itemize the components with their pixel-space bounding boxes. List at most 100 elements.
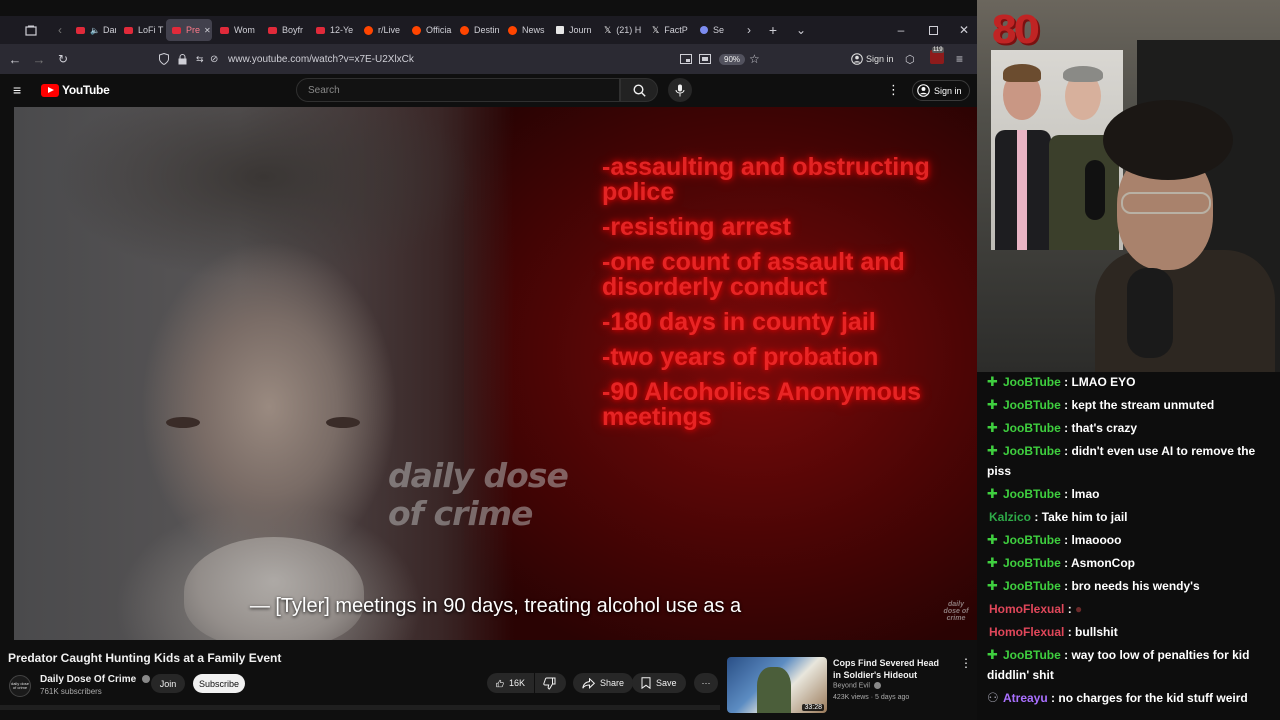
back-icon[interactable]: ← xyxy=(8,52,22,67)
browser-tab[interactable]: News xyxy=(502,19,548,41)
chat-username[interactable]: JooBTube xyxy=(1003,487,1061,501)
extensions-icon[interactable]: ⬡ xyxy=(905,53,915,66)
browser-tab[interactable]: Wom xyxy=(214,19,260,41)
video-player[interactable]: -assaulting and obstructing police -resis… xyxy=(14,107,977,640)
chat-username[interactable]: HomoFlexual xyxy=(989,602,1064,616)
browser-tab[interactable]: Se xyxy=(694,19,740,41)
shield-icon[interactable] xyxy=(159,53,169,65)
browser-sign-in[interactable]: Sign in xyxy=(851,53,894,65)
chat-username[interactable]: JooBTube xyxy=(1003,421,1061,435)
tab-audio-icon[interactable]: 🔈 xyxy=(90,26,100,35)
more-options-icon[interactable]: ⋮ xyxy=(887,82,900,98)
more-actions-button[interactable]: ··· xyxy=(694,673,718,693)
address-bar[interactable]: ⇆ ⊘ www.youtube.com/watch?v=x7E-U2XlxCk xyxy=(152,47,772,71)
stream-logo: 80 xyxy=(991,8,1040,52)
browser-tab[interactable]: 🔈Dark S xyxy=(70,19,116,41)
menu-icon[interactable]: ≡ xyxy=(956,52,963,66)
tracking-off-icon[interactable]: ⊘ xyxy=(210,54,218,65)
browser-tab[interactable]: Pre ✕ xyxy=(166,19,212,41)
browser-tab[interactable]: r/Live xyxy=(358,19,404,41)
x-favicon-icon: 𝕏 xyxy=(604,24,612,35)
youtube-sign-in-button[interactable]: Sign in xyxy=(912,80,970,101)
join-button[interactable]: Join xyxy=(151,674,185,693)
chat-separator: : xyxy=(1031,510,1042,524)
share-label: Share xyxy=(600,678,625,688)
stream-overlay: 80 ✚ JooBTube : LMAO EYO ✚ JooBTube : kept … xyxy=(977,0,1280,720)
chat-username[interactable]: HomoFlexual xyxy=(989,625,1064,639)
account-icon xyxy=(851,53,863,65)
recommended-video-thumbnail[interactable]: 33:28 xyxy=(727,657,827,713)
forward-icon[interactable]: → xyxy=(32,52,46,67)
chat-username[interactable]: JooBTube xyxy=(1003,398,1061,412)
chat-username[interactable]: Atreayu xyxy=(1003,691,1048,705)
browser-tab[interactable]: 𝕏 FactP xyxy=(646,19,692,41)
subscriber-badge-icon: ✚ xyxy=(987,443,998,458)
reload-icon[interactable]: ↻ xyxy=(56,52,70,66)
like-button[interactable]: 16K xyxy=(487,673,534,693)
browser-tab[interactable]: Boyfr xyxy=(262,19,308,41)
charge-item: -resisting arrest xyxy=(602,213,791,241)
youtube-favicon-icon xyxy=(268,26,277,34)
ublock-icon[interactable]: 119 xyxy=(930,47,944,64)
recommended-video-title[interactable]: Cops Find Severed Head in Soldier's Hide… xyxy=(833,657,943,681)
browser-tab[interactable]: Officia xyxy=(406,19,452,41)
chat-username[interactable]: JooBTube xyxy=(1003,533,1061,547)
close-window-icon[interactable]: ✕ xyxy=(957,23,971,37)
chat-username[interactable]: Kalzico xyxy=(989,510,1031,524)
tab-scroll-left-icon[interactable]: ‹ xyxy=(50,23,70,37)
reddit-favicon-icon xyxy=(364,25,373,35)
youtube-favicon-icon xyxy=(220,26,229,34)
zoom-level-badge[interactable]: 90% xyxy=(719,53,746,65)
recommended-more-icon[interactable]: ⋮ xyxy=(960,656,972,670)
minimize-icon[interactable]: – xyxy=(894,23,908,37)
browser-tab[interactable]: LoFi T xyxy=(118,19,164,41)
share-button[interactable]: Share xyxy=(573,673,634,693)
lock-icon[interactable] xyxy=(178,53,187,65)
dislike-button[interactable] xyxy=(535,673,566,693)
browser-tab[interactable]: 12-Ye xyxy=(310,19,356,41)
youtube-logo[interactable]: YouTube xyxy=(41,83,110,97)
chat-username[interactable]: JooBTube xyxy=(1003,579,1061,593)
browser-tab[interactable]: 𝕏 (21) H xyxy=(598,19,644,41)
recommended-video-channel[interactable]: Beyond Evil xyxy=(833,682,881,689)
chat-text: bro needs his wendy's xyxy=(1071,579,1200,593)
tab-list-chevron-icon[interactable]: ⌄ xyxy=(790,23,812,37)
youtube-favicon-icon xyxy=(76,26,85,34)
hamburger-menu-icon[interactable]: ≡ xyxy=(13,82,21,98)
close-tab-icon[interactable]: ✕ xyxy=(204,26,211,35)
bookmark-star-icon[interactable]: ☆ xyxy=(749,52,760,66)
channel-avatar[interactable]: daily dose of crime xyxy=(9,675,31,697)
verified-icon xyxy=(141,675,150,684)
url-text[interactable]: www.youtube.com/watch?v=x7E-U2XlxCk xyxy=(228,54,414,65)
account-circle-icon xyxy=(917,84,930,97)
share-icon xyxy=(582,677,595,689)
chat-username[interactable]: JooBTube xyxy=(1003,556,1061,570)
voice-search-button[interactable] xyxy=(668,78,692,102)
screen: ‹ 🔈Dark SLoFi TPre✕WomBoyfr12-Yer/LiveOf… xyxy=(0,0,1280,720)
new-tab-icon[interactable]: + xyxy=(756,22,790,38)
tab-overview-icon[interactable] xyxy=(12,25,50,36)
chat-username[interactable]: JooBTube xyxy=(1003,444,1061,458)
permissions-icon[interactable]: ⇆ xyxy=(196,54,204,65)
search-input[interactable]: Search xyxy=(296,78,620,102)
navigation-bar: ← → ↻ ⇆ ⊘ www.youtube.com/watch?v=x7E-U2… xyxy=(0,44,977,74)
screenshot-icon[interactable] xyxy=(699,54,711,64)
verified-icon xyxy=(873,682,881,689)
browser-tab-label: FactP xyxy=(664,25,688,35)
browser-tab-label: (21) H xyxy=(616,25,642,35)
maximize-icon[interactable] xyxy=(926,25,940,35)
picture-in-picture-icon[interactable] xyxy=(680,54,692,64)
search-button[interactable] xyxy=(620,78,658,102)
chat-username[interactable]: JooBTube xyxy=(1003,648,1061,662)
youtube-sign-in-label: Sign in xyxy=(934,85,962,96)
subscribe-button[interactable]: Subscribe xyxy=(193,674,245,693)
subscriber-count: 761K subscribers xyxy=(40,687,102,696)
chat-username[interactable]: JooBTube xyxy=(1003,375,1061,389)
chat-separator: : xyxy=(1060,579,1072,593)
youtube-favicon-icon xyxy=(316,26,325,34)
browser-tab[interactable]: Destin xyxy=(454,19,500,41)
tab-scroll-right-icon[interactable]: › xyxy=(742,23,756,37)
browser-tab[interactable]: Journ xyxy=(550,19,596,41)
channel-name[interactable]: Daily Dose Of Crime xyxy=(40,674,150,685)
save-button[interactable]: Save xyxy=(632,673,686,693)
